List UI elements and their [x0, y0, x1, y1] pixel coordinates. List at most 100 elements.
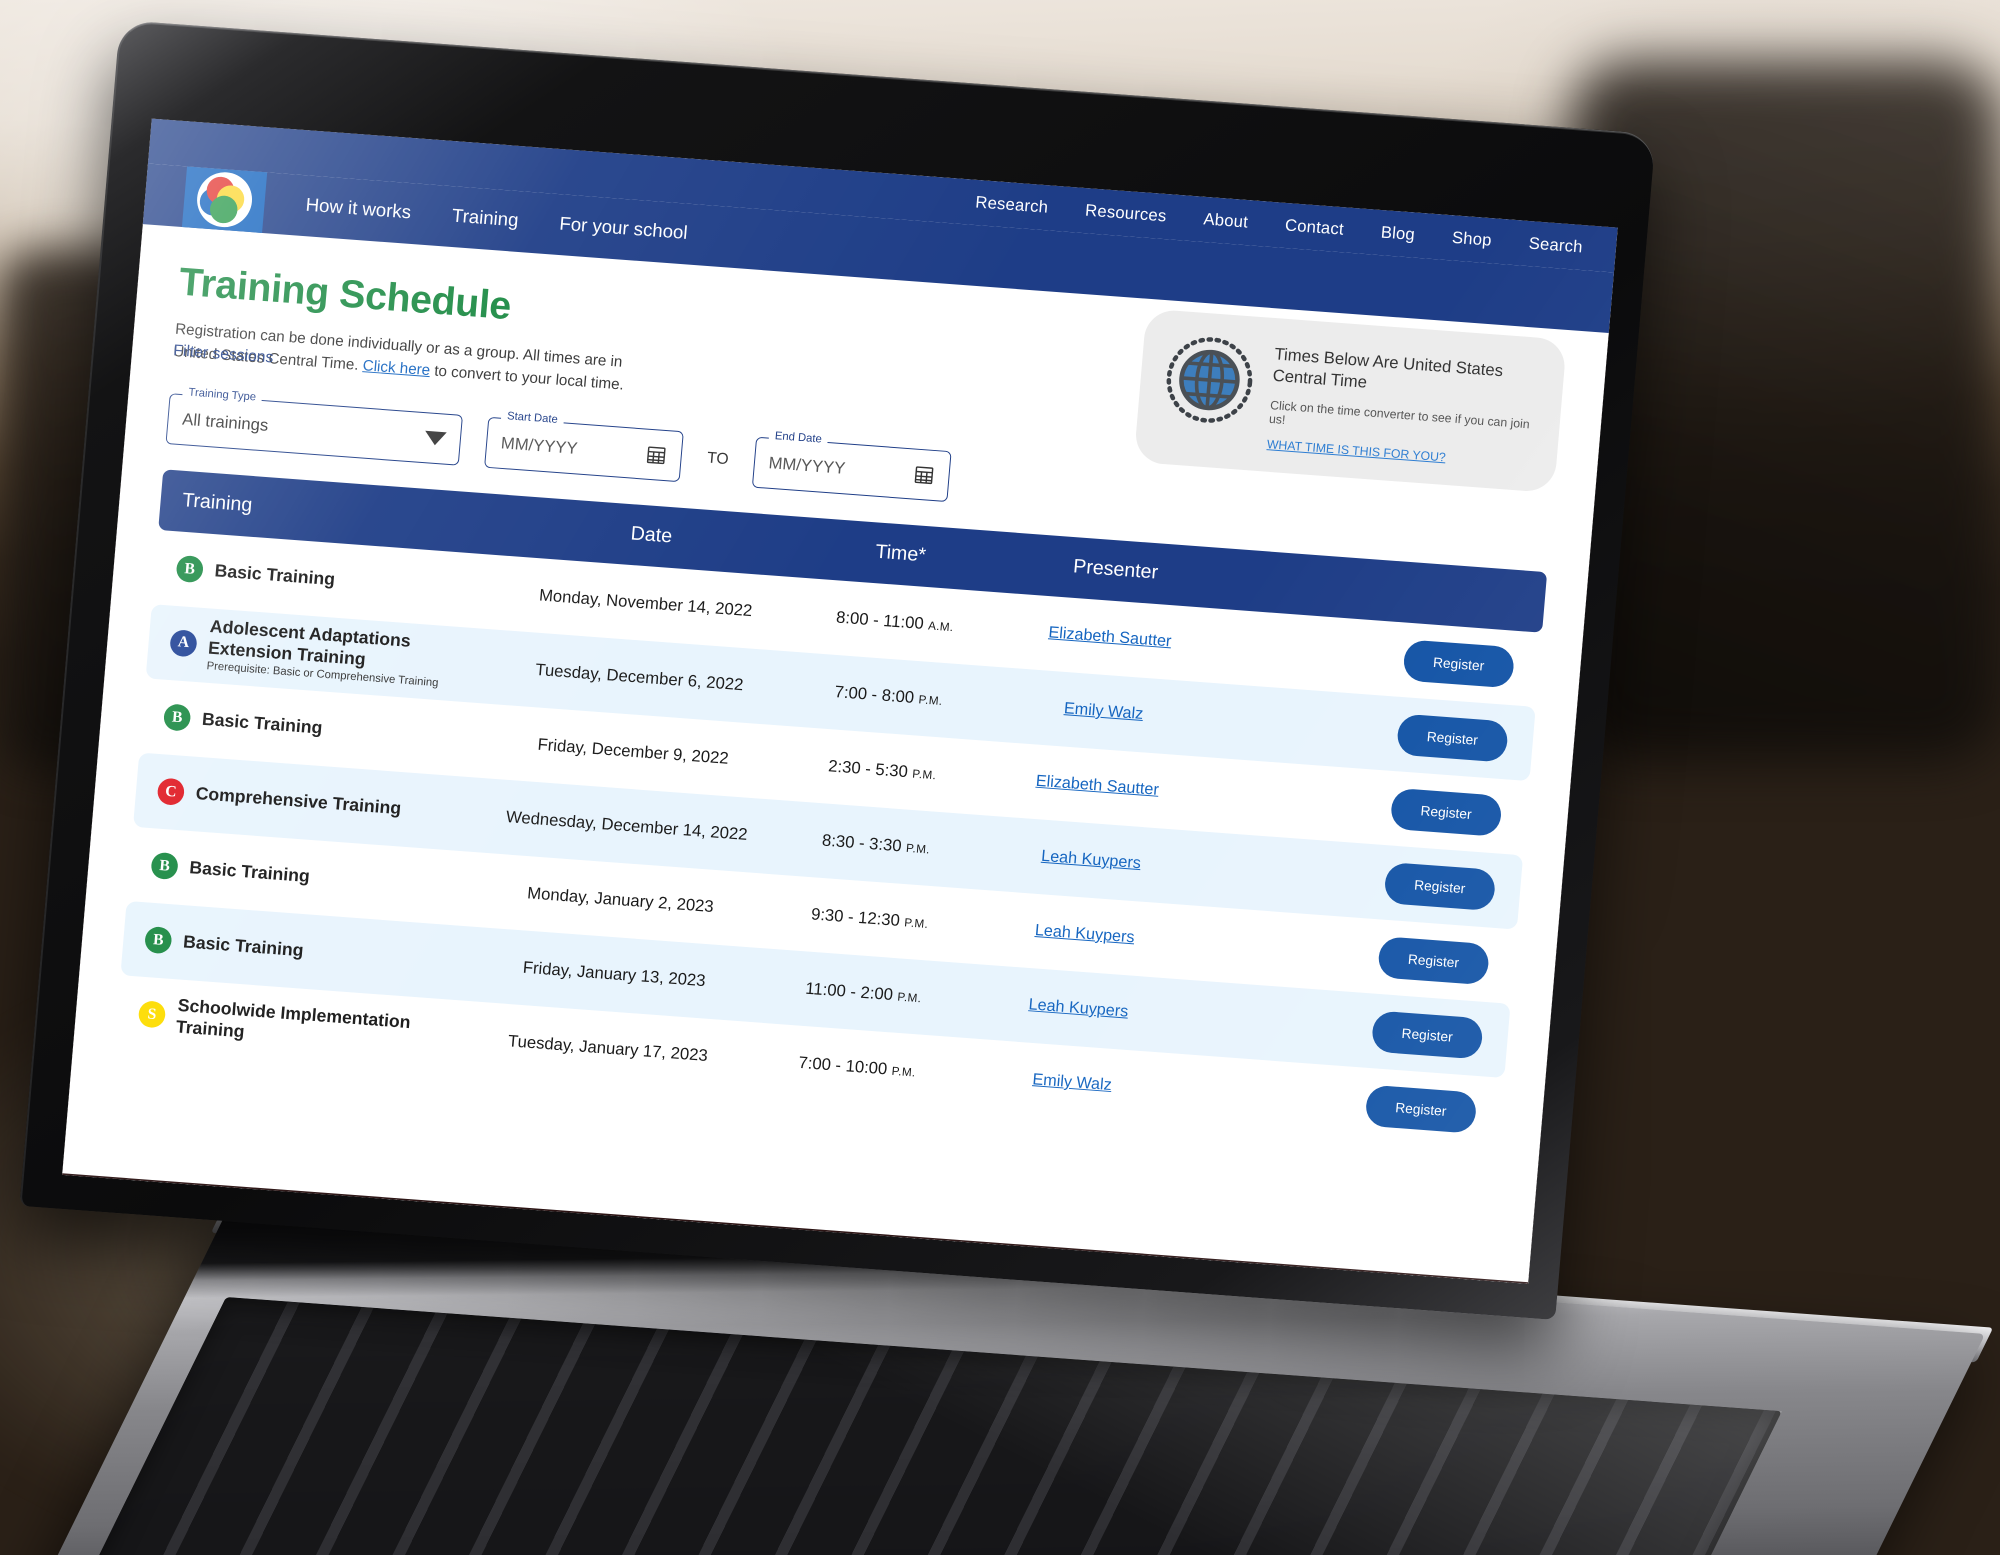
end-date-filter-group: End Date MM/YYYY [751, 429, 952, 502]
training-type-badge-icon: B [143, 925, 173, 955]
time-meridiem: P.M. [891, 1063, 917, 1079]
time-range: 7:00 - 10:00 [797, 1052, 893, 1079]
training-type-badge-icon: S [137, 1000, 167, 1029]
training-name-text: Basic Training [188, 857, 311, 886]
cell-date: Friday, January 13, 2023 [522, 957, 707, 990]
presenter-link[interactable]: Emily Walz [1032, 1071, 1113, 1094]
start-date-field[interactable]: Start Date MM/YYYY [484, 409, 684, 482]
cell-training: B Basic Training [175, 554, 500, 605]
training-name: Basic Training [189, 857, 311, 887]
training-name: Basic Training [201, 709, 323, 739]
cell-presenter: Leah Kuypers [965, 991, 1191, 1026]
training-type-badge-icon: C [156, 777, 186, 806]
nav-item-for-your-school[interactable]: For your school [559, 214, 689, 245]
globe-icon [1161, 332, 1259, 429]
training-name-text: Adolescent Adaptations Extension Trainin… [207, 616, 412, 669]
end-date-field[interactable]: End Date MM/YYYY [751, 429, 952, 502]
time-meridiem: A.M. [927, 618, 955, 634]
column-header-training: Training [181, 489, 254, 517]
register-button[interactable]: Register [1383, 861, 1497, 911]
register-button[interactable]: Register [1377, 935, 1491, 985]
click-here-link[interactable]: Click here [362, 358, 431, 380]
calendar-icon[interactable] [912, 463, 935, 486]
topnav-item-blog[interactable]: Blog [1380, 223, 1416, 245]
cell-time: 8:30 - 3:30 P.M. [773, 827, 980, 862]
register-button[interactable]: Register [1389, 787, 1503, 837]
time-range: 11:00 - 2:00 [804, 978, 899, 1004]
column-header-presenter: Presenter [1072, 555, 1159, 584]
time-meridiem: P.M. [903, 915, 929, 931]
time-range: 8:00 - 11:00 [835, 607, 930, 633]
cell-training: B Basic Training [150, 851, 475, 902]
training-name: Basic Training [214, 560, 336, 590]
cell-date: Friday, December 9, 2022 [536, 734, 730, 768]
presenter-link[interactable]: Leah Kuypers [1028, 996, 1129, 1021]
site-logo[interactable] [181, 166, 268, 233]
cell-time: 8:00 - 11:00 A.M. [791, 604, 998, 639]
topnav-item-about[interactable]: About [1203, 210, 1249, 233]
training-name-text: Comprehensive Training [195, 783, 402, 818]
start-date-value: MM/YYYY [500, 433, 579, 458]
presenter-link[interactable]: Leah Kuypers [1041, 847, 1142, 872]
register-button[interactable]: Register [1402, 638, 1516, 688]
cell-time: 11:00 - 2:00 P.M. [760, 975, 967, 1010]
training-name: Schoolwide Implementation Training [175, 995, 463, 1058]
cell-time: 9:30 - 12:30 P.M. [766, 901, 973, 936]
time-meridiem: P.M. [911, 766, 937, 782]
chevron-down-icon[interactable] [424, 430, 447, 446]
nav-item-how-it-works[interactable]: How it works [305, 195, 412, 224]
page-content: Times Below Are United States Central Ti… [73, 224, 1609, 1155]
cell-presenter: Leah Kuypers [978, 842, 1204, 877]
training-type-select[interactable]: Training Type All trainings [165, 385, 464, 466]
cell-training: S Schoolwide Implementation Training [137, 992, 463, 1058]
cell-training: B Basic Training [162, 703, 488, 753]
time-range: 2:30 - 5:30 [827, 756, 914, 781]
cell-presenter: Elizabeth Sautter [997, 620, 1223, 655]
training-name-text: Basic Training [182, 931, 305, 960]
cell-actions: Register [1189, 996, 1488, 1060]
topnav-item-resources[interactable]: Resources [1084, 201, 1167, 227]
training-type-legend: Training Type [182, 385, 263, 404]
laptop-device: Research Resources About Contact Blog Sh… [0, 0, 2000, 1555]
topnav-item-shop[interactable]: Shop [1451, 228, 1492, 250]
presenter-link[interactable]: Emily Walz [1063, 699, 1144, 722]
cell-actions: Register [1221, 625, 1520, 688]
timezone-subtitle: Click on the time converter to see if yo… [1268, 398, 1531, 432]
cell-actions: Register [1195, 922, 1494, 985]
table-body: B Basic Training Monday, November 14, 2022… [114, 529, 1542, 1151]
register-button[interactable]: Register [1395, 713, 1509, 763]
cell-training: C Comprehensive Training [156, 777, 482, 828]
register-button[interactable]: Register [1370, 1009, 1484, 1060]
web-page: Research Resources About Contact Blog Sh… [62, 118, 1618, 1283]
training-schedule-table: Training Date Time* Presenter B Basic Tra… [114, 468, 1548, 1152]
presenter-link[interactable]: Elizabeth Sautter [1048, 624, 1172, 651]
training-name: Adolescent Adaptations Extension Trainin… [206, 616, 495, 695]
topnav-item-contact[interactable]: Contact [1284, 216, 1344, 240]
presenter-link[interactable]: Leah Kuypers [1034, 921, 1135, 946]
what-time-is-this-for-you-link[interactable]: WHAT TIME IS THIS FOR YOU? [1266, 438, 1446, 465]
topnav-item-research[interactable]: Research [975, 193, 1049, 218]
cell-date: Monday, January 2, 2023 [526, 883, 715, 916]
training-name: Comprehensive Training [195, 783, 402, 819]
topnav-item-search[interactable]: Search [1528, 234, 1583, 258]
zones-of-regulation-logo-icon [194, 170, 255, 230]
nav-item-training[interactable]: Training [451, 206, 519, 232]
cell-date: Wednesday, December 14, 2022 [505, 806, 749, 844]
column-header-actions [1228, 578, 1523, 600]
start-date-filter-group: Start Date MM/YYYY [484, 409, 684, 482]
timezone-info-card: Times Below Are United States Central Ti… [1133, 308, 1567, 494]
cell-presenter: Emily Walz [959, 1065, 1185, 1100]
cell-presenter: Leah Kuypers [972, 917, 1198, 952]
training-name-text: Schoolwide Implementation Training [175, 995, 412, 1041]
register-button[interactable]: Register [1364, 1084, 1478, 1134]
presenter-link[interactable]: Elizabeth Sautter [1035, 772, 1159, 799]
training-name-text: Basic Training [201, 708, 324, 738]
date-range-to-label: TO [706, 449, 730, 468]
cell-actions: Register [1208, 774, 1507, 837]
column-header-time: Time* [874, 540, 927, 567]
cell-date: Tuesday, January 17, 2023 [507, 1031, 709, 1065]
calendar-icon[interactable] [645, 443, 668, 466]
start-date-legend: Start Date [500, 409, 565, 426]
cell-presenter: Elizabeth Sautter [984, 768, 1210, 803]
cell-presenter: Emily Walz [990, 694, 1216, 729]
